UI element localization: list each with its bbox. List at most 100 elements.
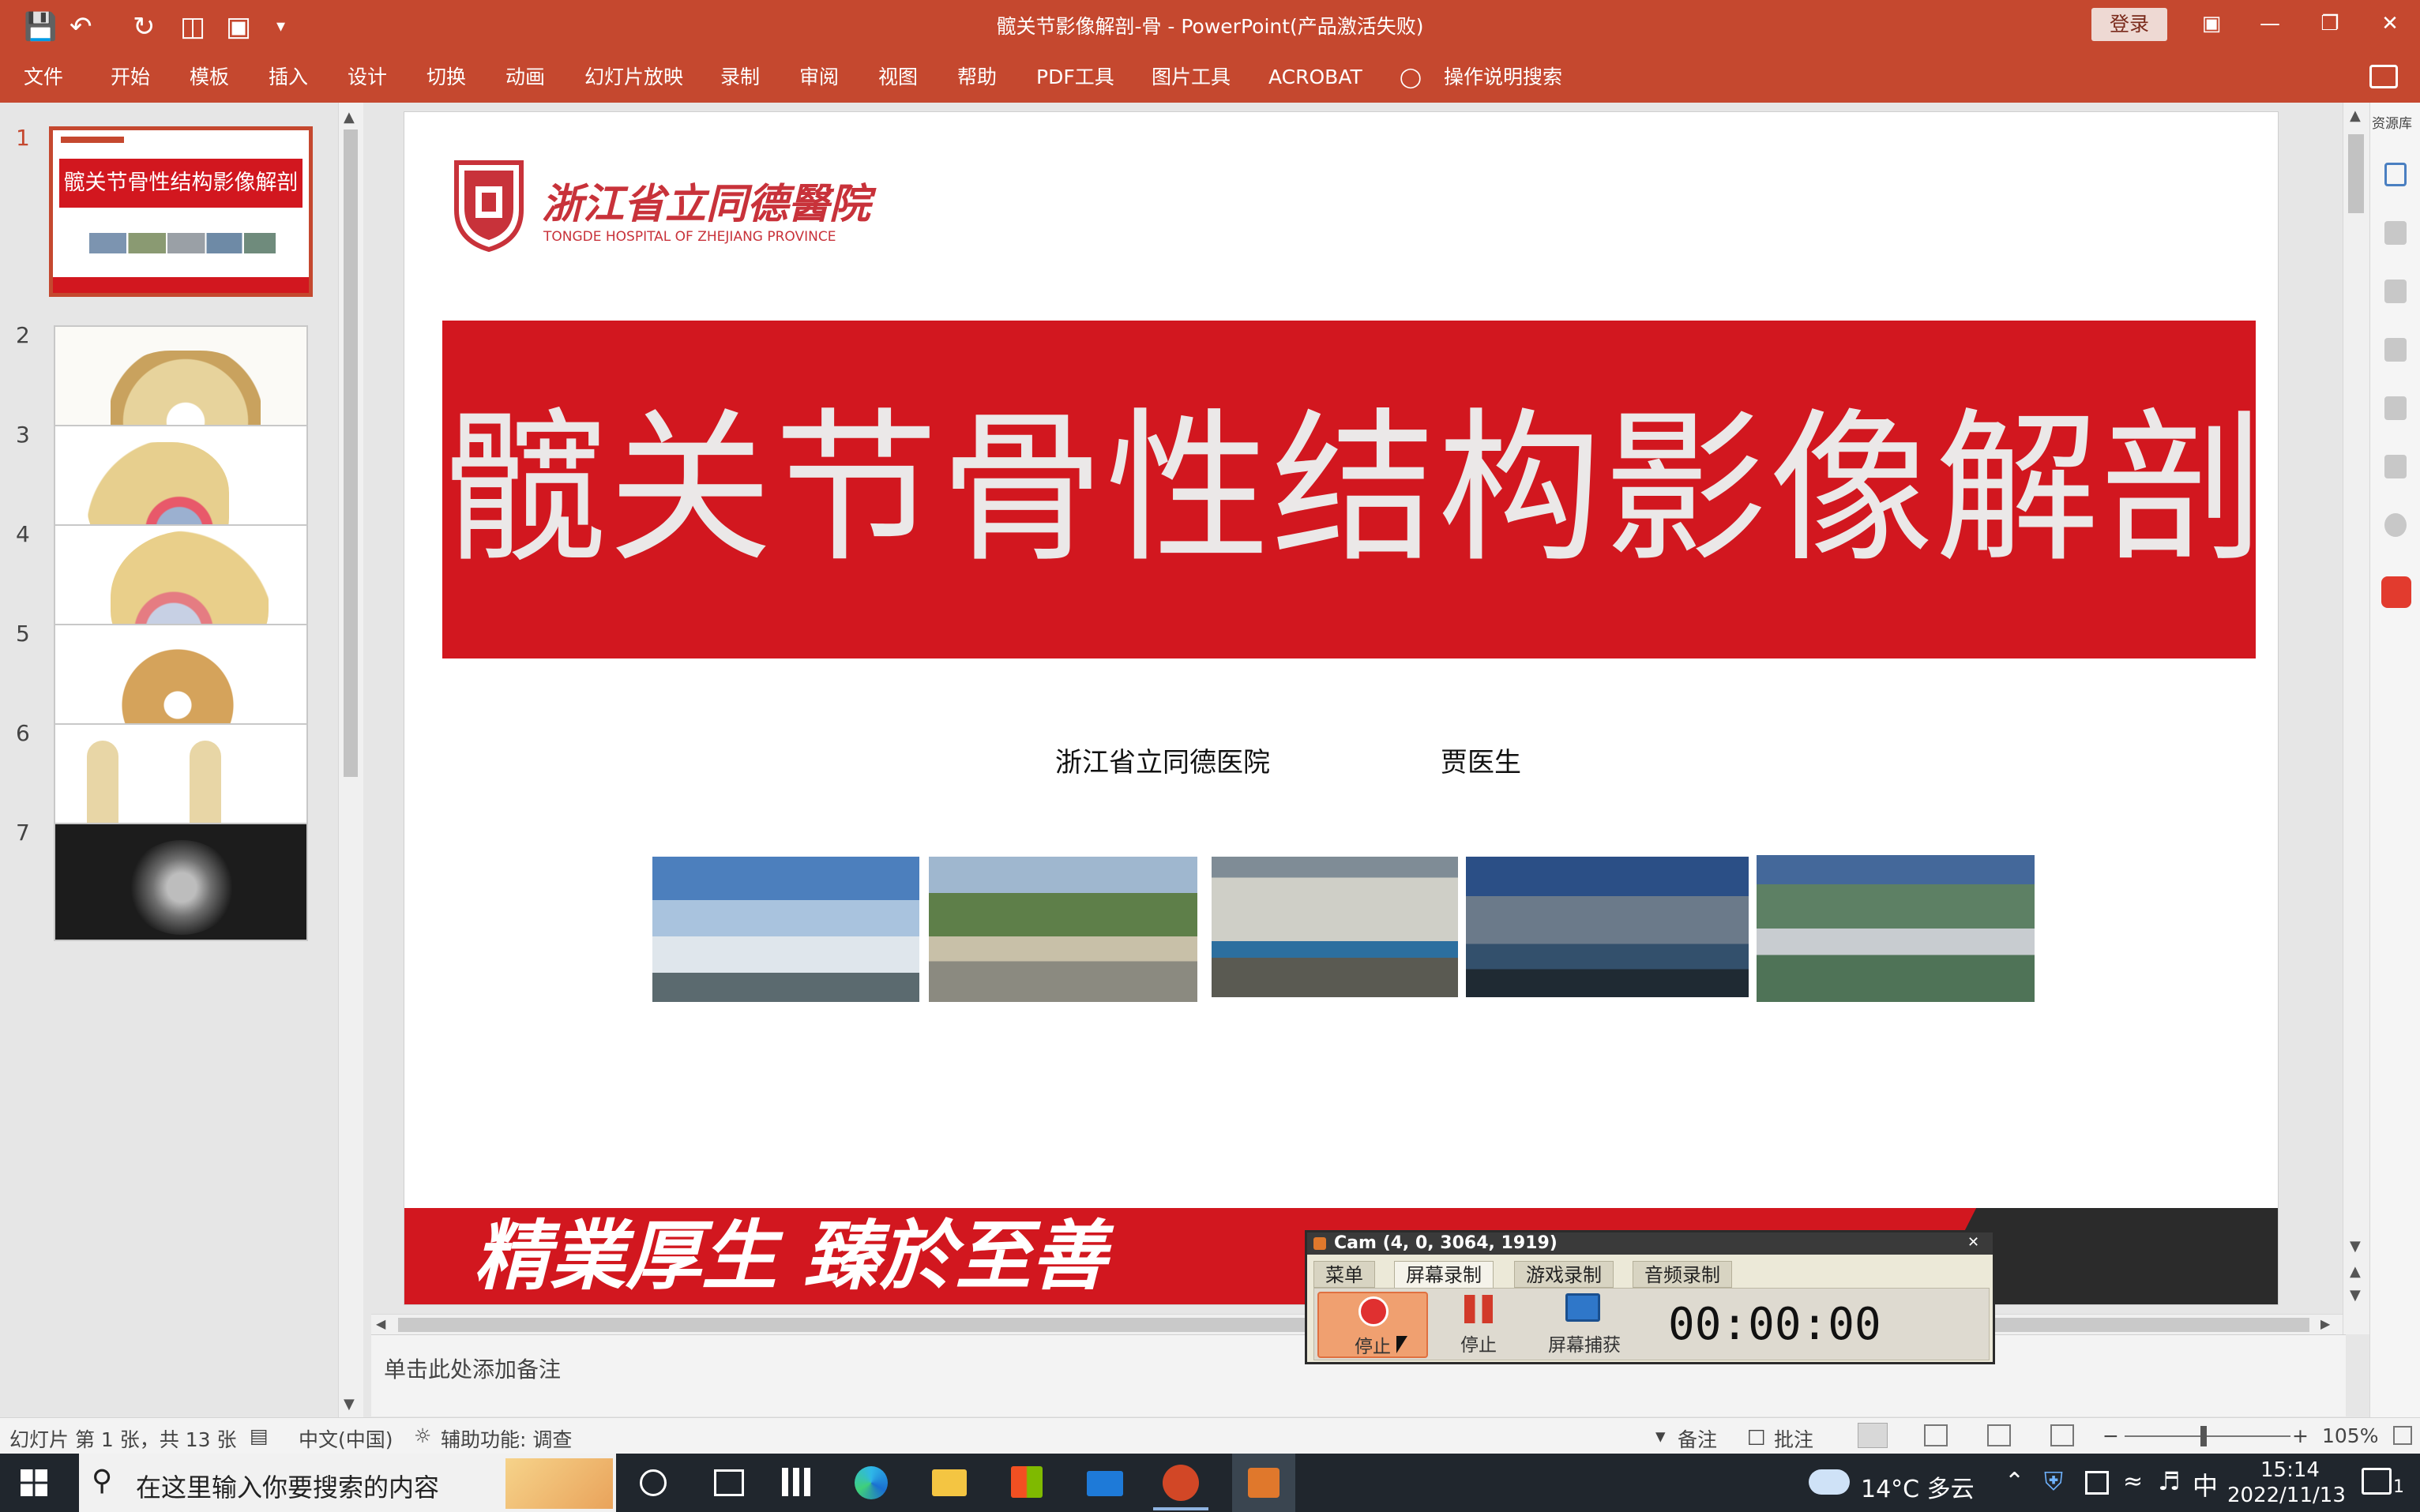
tab-pdf-tools[interactable]: PDF工具 — [1036, 62, 1114, 93]
hospital-photo[interactable] — [652, 857, 919, 1002]
thumbnail-scrollbar[interactable]: ▲ ▼ — [338, 103, 363, 1417]
tab-animations[interactable]: 动画 — [505, 62, 545, 93]
resource-icon[interactable] — [2384, 163, 2407, 186]
scrollbar-thumb[interactable] — [344, 129, 358, 777]
close-icon[interactable]: ✕ — [2366, 6, 2414, 41]
hospital-photo[interactable] — [1212, 857, 1458, 997]
zoom-in-icon[interactable]: + — [2292, 1424, 2309, 1447]
accessibility-icon[interactable]: ☼ — [414, 1424, 431, 1447]
resource-icon[interactable] — [2384, 221, 2407, 245]
tab-record[interactable]: 录制 — [720, 62, 760, 93]
redpacket-icon[interactable] — [2381, 576, 2411, 608]
recorder-tab-screen[interactable]: 屏幕录制 — [1394, 1261, 1494, 1288]
pause-icon[interactable] — [1464, 1295, 1493, 1323]
zoom-slider[interactable] — [2125, 1435, 2290, 1437]
tab-template[interactable]: 模板 — [190, 62, 229, 93]
monitor-icon[interactable] — [1565, 1293, 1600, 1322]
scroll-right-icon[interactable]: ▶ — [2320, 1316, 2330, 1331]
slide-count[interactable]: 幻灯片 第 1 张，共 13 张 — [9, 1424, 236, 1453]
language-indicator[interactable]: 中文(中国) — [299, 1424, 393, 1453]
more-icon[interactable] — [2384, 513, 2407, 537]
volume-icon[interactable]: ♬ — [2158, 1466, 2181, 1496]
resource-panel-label[interactable]: 资源库 — [2372, 112, 2412, 132]
tab-picture-tools[interactable]: 图片工具 — [1152, 62, 1231, 93]
thumb-slide-1[interactable]: 髋关节骨性结构影像解剖 — [49, 126, 313, 297]
recorder-close-icon[interactable]: ✕ — [1967, 1234, 1979, 1251]
edge-browser-icon[interactable] — [855, 1466, 888, 1499]
store-icon[interactable] — [1011, 1466, 1043, 1498]
recorder-tab-game[interactable]: 游戏录制 — [1514, 1261, 1614, 1288]
tab-insert[interactable]: 插入 — [269, 62, 308, 93]
scroll-up-icon[interactable]: ▲ — [2350, 107, 2361, 124]
resource-icon[interactable] — [2384, 338, 2407, 362]
tab-transitions[interactable]: 切换 — [427, 62, 466, 93]
author-text[interactable]: 贾医生 — [1441, 741, 1521, 779]
sorter-view-icon[interactable] — [1924, 1424, 1948, 1446]
slide-canvas[interactable] — [404, 112, 2278, 1304]
defender-icon[interactable]: ⛨ — [2044, 1466, 2063, 1497]
next-slide-icon[interactable]: ▼ — [2350, 1287, 2361, 1304]
fit-slide-icon[interactable] — [2393, 1426, 2412, 1445]
cortana-icon[interactable] — [640, 1469, 667, 1496]
file-explorer-icon[interactable] — [932, 1469, 967, 1496]
slide-scrollbar[interactable]: ▲ ▼ ▲ ▼ — [2343, 103, 2369, 1334]
comment-small-icon[interactable]: □ — [1747, 1424, 1766, 1447]
tab-help[interactable]: 帮助 — [957, 62, 997, 93]
tell-me-search[interactable]: 操作说明搜索 — [1444, 62, 1562, 93]
tab-acrobat[interactable]: ACROBAT — [1268, 62, 1362, 93]
ime-indicator[interactable]: 中 — [2193, 1466, 2218, 1503]
clock-time[interactable]: 15:14 — [2260, 1458, 2320, 1482]
screen-recorder-window[interactable]: Cam (4, 0, 3064, 1919) ✕ 菜单 屏幕录制 游戏录制 音频… — [1305, 1230, 1995, 1364]
comments-button[interactable]: 批注 — [1774, 1424, 1813, 1453]
apps-grid-icon[interactable] — [782, 1468, 810, 1496]
scroll-down-icon[interactable]: ▼ — [344, 1396, 355, 1413]
reading-view-icon[interactable] — [1987, 1424, 2011, 1446]
zoom-out-icon[interactable]: − — [2102, 1424, 2119, 1447]
prev-slide-icon[interactable]: ▲ — [2350, 1263, 2361, 1280]
scroll-down-icon[interactable]: ▼ — [2350, 1238, 2361, 1255]
minimize-icon[interactable]: — — [2246, 6, 2294, 41]
task-view-icon[interactable] — [714, 1469, 744, 1496]
powerpoint-taskbar-icon[interactable] — [1163, 1465, 1199, 1501]
zoom-slider-thumb[interactable] — [2200, 1426, 2207, 1446]
hospital-photo[interactable] — [929, 857, 1197, 1002]
stop-record-button[interactable]: 停止 — [1317, 1292, 1428, 1358]
notes-button[interactable]: 备注 — [1678, 1424, 1717, 1453]
tab-view[interactable]: 视图 — [878, 62, 918, 93]
hospital-photo[interactable] — [1466, 857, 1749, 997]
institution-text[interactable]: 浙江省立同德医院 — [1055, 741, 1270, 779]
windows-start-icon[interactable] — [21, 1469, 47, 1496]
battery-icon[interactable] — [2085, 1471, 2109, 1495]
scroll-up-icon[interactable]: ▲ — [344, 109, 355, 126]
thumb-slide-7[interactable] — [54, 823, 308, 941]
hospital-photo[interactable] — [1757, 855, 2035, 1002]
mail-icon[interactable] — [1087, 1471, 1123, 1496]
recorder-tab-menu[interactable]: 菜单 — [1313, 1261, 1375, 1288]
ribbon-display-icon[interactable]: ▣ — [2188, 6, 2235, 41]
resource-icon[interactable] — [2384, 455, 2407, 478]
resource-icon[interactable] — [2384, 396, 2407, 420]
zoom-level[interactable]: 105% — [2322, 1424, 2378, 1447]
spellcheck-icon[interactable]: ▤ — [250, 1424, 269, 1447]
scroll-left-icon[interactable]: ◀ — [376, 1316, 385, 1331]
pause-label[interactable]: 停止 — [1441, 1330, 1516, 1356]
scrollbar-thumb[interactable] — [2348, 134, 2364, 213]
wifi-icon[interactable]: ≈ — [2123, 1468, 2143, 1495]
accessibility-status[interactable]: 辅助功能: 调查 — [441, 1424, 572, 1453]
notes-placeholder[interactable]: 单击此处添加备注 — [384, 1353, 561, 1384]
resource-icon[interactable] — [2384, 280, 2407, 303]
weather-text[interactable]: 14°C 多云 — [1861, 1469, 1975, 1504]
lightbulb-icon[interactable]: ◯ — [1400, 62, 1422, 93]
taskbar-search-box[interactable]: ⚲ 在这里输入你要搜索的内容 — [79, 1454, 616, 1512]
tab-slideshow[interactable]: 幻灯片放映 — [584, 62, 683, 93]
login-button[interactable]: 登录 — [2091, 8, 2167, 41]
comments-icon[interactable] — [2369, 65, 2398, 88]
tab-file[interactable]: 文件 — [24, 62, 63, 93]
tab-home[interactable]: 开始 — [111, 62, 150, 93]
recorder-tab-audio[interactable]: 音频录制 — [1633, 1261, 1732, 1288]
capture-label[interactable]: 屏幕捕获 — [1537, 1330, 1632, 1356]
recorder-taskbar-button[interactable] — [1232, 1454, 1295, 1512]
tab-design[interactable]: 设计 — [348, 62, 387, 93]
notes-icon[interactable]: ▾ — [1655, 1424, 1666, 1447]
clock-date[interactable]: 2022/11/13 — [2227, 1484, 2346, 1507]
